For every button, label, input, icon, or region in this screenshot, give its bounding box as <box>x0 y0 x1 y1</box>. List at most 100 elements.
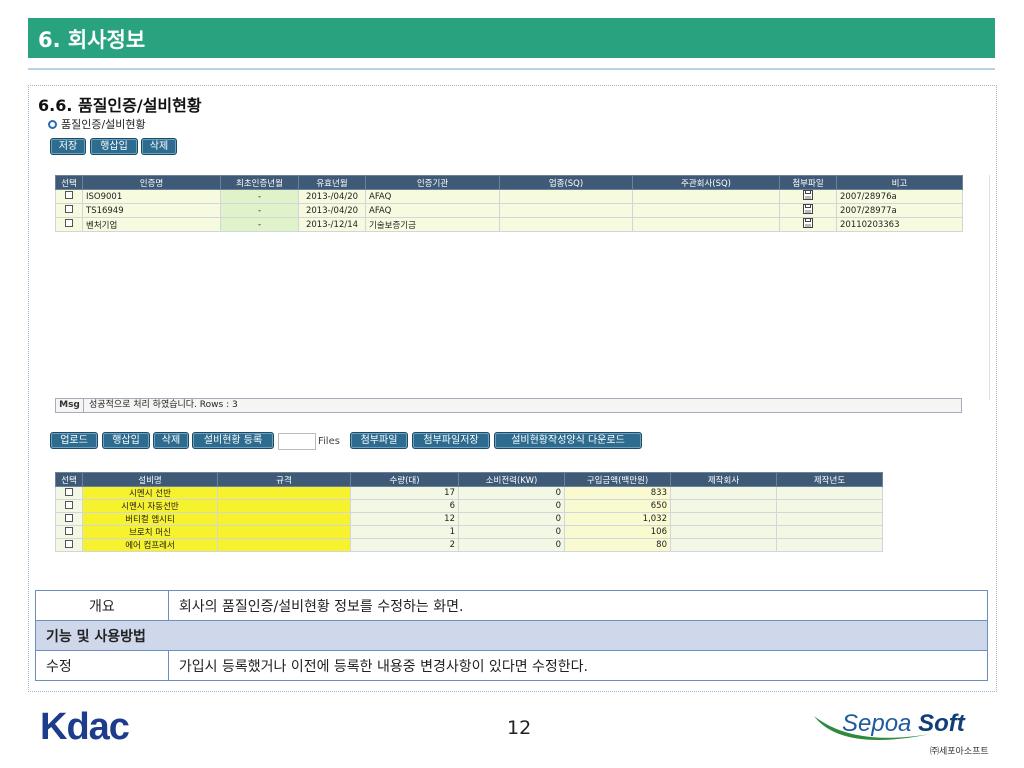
table-row[interactable]: 시멘시 선반 17 0 833 <box>55 486 883 500</box>
insert-row-button-2[interactable]: 행삽입 <box>102 432 150 449</box>
industry-cell[interactable] <box>499 217 633 232</box>
col-equip-name[interactable]: 설비명 <box>82 472 218 487</box>
company-cell[interactable] <box>632 203 780 218</box>
attachment-cell[interactable] <box>779 203 837 218</box>
col-maker[interactable]: 제작회사 <box>670 472 777 487</box>
row-checkbox-cell[interactable] <box>55 486 83 500</box>
remark-cell[interactable]: 2007/28977a <box>836 203 963 218</box>
equip-name-cell[interactable]: 에어 컴프레서 <box>82 538 218 552</box>
cert-name-cell[interactable]: ISO9001 <box>82 189 221 204</box>
industry-cell[interactable] <box>499 203 633 218</box>
first-cert-cell[interactable]: - <box>220 217 299 232</box>
row-checkbox-cell[interactable] <box>55 538 83 552</box>
file-input[interactable] <box>278 433 316 450</box>
spec-cell[interactable] <box>217 538 351 552</box>
power-cell[interactable]: 0 <box>458 486 565 500</box>
row-checkbox[interactable] <box>65 219 73 227</box>
amount-cell[interactable]: 1,032 <box>564 512 671 526</box>
equip-name-cell[interactable]: 버티컬 엠시티 <box>82 512 218 526</box>
col-select[interactable]: 선택 <box>55 472 83 487</box>
save-file-icon[interactable] <box>803 190 813 200</box>
col-cert-name[interactable]: 인증명 <box>82 175 221 190</box>
amount-cell[interactable]: 106 <box>564 525 671 539</box>
equip-name-cell[interactable]: 시멘시 자동선반 <box>82 499 218 513</box>
equip-name-cell[interactable]: 브로치 머신 <box>82 525 218 539</box>
remark-cell[interactable]: 2007/28976a <box>836 189 963 204</box>
valid-date-cell[interactable]: 2013-/12/14 <box>298 217 366 232</box>
col-cert-org[interactable]: 인증기관 <box>365 175 500 190</box>
cert-org-cell[interactable]: AFAQ <box>365 203 500 218</box>
col-amount[interactable]: 구입금액(백만원) <box>564 472 671 487</box>
amount-cell[interactable]: 80 <box>564 538 671 552</box>
row-checkbox[interactable] <box>65 487 73 496</box>
col-select[interactable]: 선택 <box>55 175 83 190</box>
attach-file-button[interactable]: 첨부파일 <box>350 432 408 449</box>
power-cell[interactable]: 0 <box>458 538 565 552</box>
quantity-cell[interactable]: 12 <box>350 512 459 526</box>
table-row[interactable]: ISO9001 - 2013-/04/20 AFAQ 2007/28976a <box>55 189 963 204</box>
save-file-icon[interactable] <box>803 218 813 228</box>
attach-save-button[interactable]: 첨부파일저장 <box>412 432 490 449</box>
spec-cell[interactable] <box>217 512 351 526</box>
cert-name-cell[interactable]: 벤처기업 <box>82 217 221 232</box>
industry-cell[interactable] <box>499 189 633 204</box>
cert-name-cell[interactable]: TS16949 <box>82 203 221 218</box>
year-cell[interactable] <box>776 512 883 526</box>
remark-cell[interactable]: 20110203363 <box>836 217 963 232</box>
row-checkbox-cell[interactable] <box>55 512 83 526</box>
col-company[interactable]: 주관회사(SQ) <box>632 175 780 190</box>
quantity-cell[interactable]: 2 <box>350 538 459 552</box>
row-checkbox-cell[interactable] <box>55 189 83 204</box>
row-checkbox-cell[interactable] <box>55 499 83 513</box>
valid-date-cell[interactable]: 2013-/04/20 <box>298 189 366 204</box>
maker-cell[interactable] <box>670 512 777 526</box>
maker-cell[interactable] <box>670 486 777 500</box>
delete-button[interactable]: 삭제 <box>141 138 177 155</box>
valid-date-cell[interactable]: 2013-/04/20 <box>298 203 366 218</box>
col-spec[interactable]: 규격 <box>217 472 351 487</box>
row-checkbox-cell[interactable] <box>55 203 83 218</box>
col-industry[interactable]: 업종(SQ) <box>499 175 633 190</box>
col-remark[interactable]: 비고 <box>836 175 963 190</box>
row-checkbox[interactable] <box>65 539 73 548</box>
col-valid-date[interactable]: 유효년월 <box>298 175 366 190</box>
quantity-cell[interactable]: 6 <box>350 499 459 513</box>
col-year[interactable]: 제작년도 <box>776 472 883 487</box>
cert-org-cell[interactable]: 기술보증기금 <box>365 217 500 232</box>
save-button[interactable]: 저장 <box>50 138 86 155</box>
table-row[interactable]: 벤처기업 - 2013-/12/14 기술보증기금 20110203363 <box>55 217 963 232</box>
year-cell[interactable] <box>776 486 883 500</box>
year-cell[interactable] <box>776 499 883 513</box>
year-cell[interactable] <box>776 525 883 539</box>
save-file-icon[interactable] <box>803 204 813 214</box>
register-equipment-button[interactable]: 설비현황 등록 <box>192 432 274 449</box>
power-cell[interactable]: 0 <box>458 525 565 539</box>
insert-row-button[interactable]: 행삽입 <box>90 138 138 155</box>
col-power[interactable]: 소비전력(KW) <box>458 472 565 487</box>
company-cell[interactable] <box>632 217 780 232</box>
row-checkbox[interactable] <box>65 526 73 535</box>
amount-cell[interactable]: 833 <box>564 486 671 500</box>
amount-cell[interactable]: 650 <box>564 499 671 513</box>
power-cell[interactable]: 0 <box>458 512 565 526</box>
spec-cell[interactable] <box>217 499 351 513</box>
upload-button[interactable]: 업로드 <box>50 432 98 449</box>
spec-cell[interactable] <box>217 525 351 539</box>
col-attachment[interactable]: 첨부파일 <box>779 175 837 190</box>
table-row[interactable]: 시멘시 자동선반 6 0 650 <box>55 499 883 513</box>
quantity-cell[interactable]: 1 <box>350 525 459 539</box>
template-download-button[interactable]: 설비현황작성양식 다운로드 <box>494 432 642 449</box>
spec-cell[interactable] <box>217 486 351 500</box>
maker-cell[interactable] <box>670 499 777 513</box>
power-cell[interactable]: 0 <box>458 499 565 513</box>
first-cert-cell[interactable]: - <box>220 189 299 204</box>
col-first-cert[interactable]: 최초인증년월 <box>220 175 299 190</box>
row-checkbox[interactable] <box>65 191 73 199</box>
attachment-cell[interactable] <box>779 217 837 232</box>
cert-org-cell[interactable]: AFAQ <box>365 189 500 204</box>
table-row[interactable]: TS16949 - 2013-/04/20 AFAQ 2007/28977a <box>55 203 963 218</box>
table-row[interactable]: 버티컬 엠시티 12 0 1,032 <box>55 512 883 526</box>
attachment-cell[interactable] <box>779 189 837 204</box>
table-row[interactable]: 에어 컴프레서 2 0 80 <box>55 538 883 552</box>
col-quantity[interactable]: 수량(대) <box>350 472 459 487</box>
